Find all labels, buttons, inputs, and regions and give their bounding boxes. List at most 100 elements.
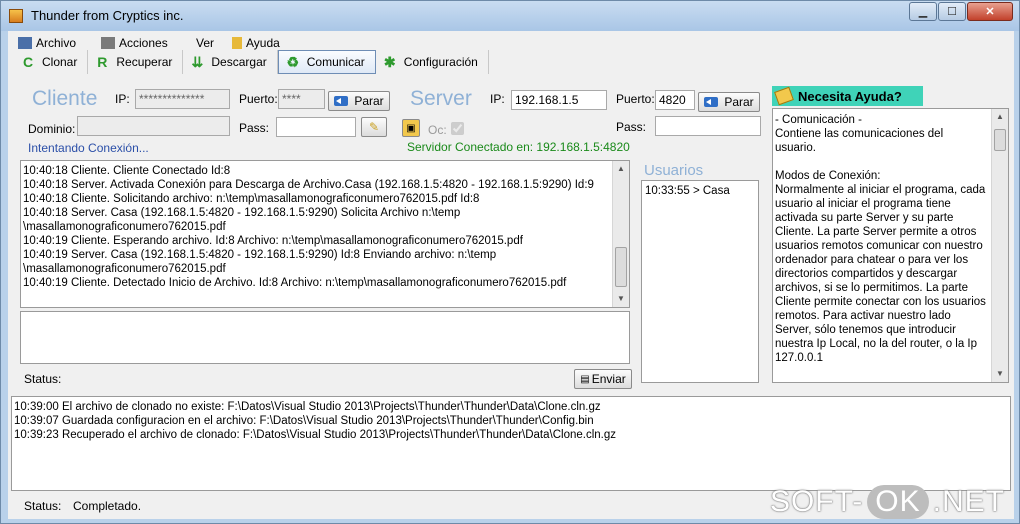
help-line: activada su parte Server y su parte bbox=[775, 212, 954, 224]
menu-ver-label: Ver bbox=[196, 36, 215, 50]
scroll-thumb[interactable] bbox=[615, 247, 627, 287]
back-arrow-icon bbox=[704, 97, 719, 107]
client-domain-label: Dominio: bbox=[28, 122, 76, 136]
users-heading: Usuarios bbox=[644, 162, 704, 179]
status-value: Completado. bbox=[73, 499, 142, 513]
comunicar-label: Comunicar bbox=[306, 55, 365, 69]
system-log-line: 10:39:07 Guardada configuracion en el ar… bbox=[14, 415, 594, 427]
client-heading: Cliente bbox=[32, 87, 98, 110]
log-line: \masallamonograficonumero762015.pdf bbox=[23, 263, 226, 275]
log-lines: 10:40:18 Cliente. Cliente Conectado Id:8… bbox=[21, 164, 629, 290]
back-arrow-icon bbox=[334, 96, 349, 106]
client-pass-input[interactable] bbox=[276, 117, 356, 137]
recuperar-button[interactable]: R Recuperar bbox=[88, 50, 184, 74]
help-line: 127.0.0.1 bbox=[775, 352, 823, 364]
log-scrollbar[interactable]: ▲ ▼ bbox=[612, 161, 629, 307]
help-title-bar: Necesita Ayuda? bbox=[772, 86, 923, 106]
client-port-input[interactable] bbox=[278, 89, 325, 109]
log-line: 10:40:18 Cliente. Cliente Conectado Id:8 bbox=[23, 165, 231, 177]
server-oc-checkbox[interactable] bbox=[451, 122, 464, 135]
users-list[interactable]: 10:33:55 > Casa bbox=[641, 180, 759, 383]
help-pencil-icon bbox=[774, 86, 794, 106]
help-line: usuario al iniciar el programa tiene bbox=[775, 198, 951, 210]
client-stop-label: Parar bbox=[354, 94, 384, 108]
watermark-mid: OK bbox=[867, 485, 929, 519]
help-title: Necesita Ayuda? bbox=[798, 88, 902, 104]
client-domain-input[interactable] bbox=[77, 116, 230, 136]
help-line: directorios compartidos y descargar bbox=[775, 268, 958, 280]
menu-ayuda-label: Ayuda bbox=[246, 36, 280, 50]
scroll-down-icon[interactable]: ▼ bbox=[613, 291, 629, 307]
log-line: 10:40:18 Server. Activada Conexión para … bbox=[23, 179, 594, 191]
user-items: 10:33:55 > Casa bbox=[643, 184, 757, 198]
recycle-icon: ♻ bbox=[286, 53, 300, 70]
help-line: nuestra Ip Local, no la del router, o la… bbox=[775, 338, 978, 350]
help-scrollbar[interactable]: ▲ ▼ bbox=[991, 109, 1008, 382]
key-icon: ✎ bbox=[368, 120, 380, 134]
server-port-input[interactable] bbox=[655, 90, 695, 110]
server-folder-button[interactable]: ▣ bbox=[402, 119, 420, 137]
title-bar[interactable]: Thunder from Cryptics inc. ▁ ☐ ✕ bbox=[1, 1, 1019, 31]
help-line: ordenador para chatear o para ver los bbox=[775, 254, 969, 266]
menu-acciones[interactable]: Acciones bbox=[101, 36, 168, 50]
chat-input[interactable] bbox=[20, 311, 630, 364]
menu-ver[interactable]: Ver bbox=[196, 36, 214, 50]
help-line bbox=[775, 155, 990, 169]
app-icon bbox=[9, 9, 23, 23]
configuracion-button[interactable]: ✱ Configuración bbox=[376, 50, 489, 74]
client-stop-button[interactable]: Parar bbox=[328, 91, 390, 111]
recover-icon: R bbox=[97, 54, 108, 70]
watermark: SOFT- OK .NET bbox=[770, 485, 1005, 519]
menu-archivo-label: Archivo bbox=[36, 36, 77, 50]
minimize-button[interactable]: ▁ bbox=[909, 2, 937, 21]
client-key-button[interactable]: ✎ bbox=[361, 117, 387, 137]
maximize-icon: ☐ bbox=[947, 6, 957, 18]
comunicar-button[interactable]: ♻ Comunicar bbox=[277, 50, 376, 74]
clonar-button[interactable]: C Clonar bbox=[14, 50, 89, 74]
client-ip-input[interactable] bbox=[135, 89, 230, 109]
app-window: Thunder from Cryptics inc. ▁ ☐ ✕ Archivo… bbox=[0, 0, 1020, 524]
help-line: Normalmente al iniciar el programa, cada bbox=[775, 184, 986, 196]
help-icon bbox=[232, 37, 242, 49]
system-log-line: 10:39:00 El archivo de clonado no existe… bbox=[14, 401, 601, 413]
log-line: \masallamonograficonumero762015.pdf bbox=[23, 221, 226, 233]
folder-icon: ▣ bbox=[406, 122, 416, 134]
server-stop-button[interactable]: Parar bbox=[698, 92, 760, 112]
recuperar-label: Recuperar bbox=[116, 55, 173, 69]
log-line: 10:40:19 Cliente. Esperando archivo. Id:… bbox=[23, 235, 523, 247]
server-stop-label: Parar bbox=[724, 95, 754, 109]
log-line: 10:40:19 Server. Casa (192.168.1.5:4820 … bbox=[23, 249, 497, 261]
window-controls: ▁ ☐ ✕ bbox=[908, 2, 1013, 21]
help-line: Server, sólo tenemos que introducir bbox=[775, 324, 956, 336]
watermark-right: .NET bbox=[932, 485, 1005, 518]
archive-icon bbox=[18, 37, 32, 49]
send-button[interactable]: ▤ Enviar bbox=[574, 369, 632, 389]
server-ip-input[interactable] bbox=[511, 90, 607, 110]
configuracion-label: Configuración bbox=[403, 55, 478, 69]
help-line: - Comunicación - bbox=[775, 114, 862, 126]
menu-ayuda[interactable]: Ayuda bbox=[232, 36, 280, 50]
scroll-thumb[interactable] bbox=[994, 129, 1006, 151]
download-icon: ⇊ bbox=[191, 53, 204, 70]
menu-bar: Archivo Acciones Ver Ayuda bbox=[8, 31, 1014, 51]
server-ip-label: IP: bbox=[490, 92, 505, 106]
scroll-down-icon[interactable]: ▼ bbox=[992, 366, 1008, 382]
descargar-label: Descargar bbox=[211, 55, 267, 69]
system-log-lines: 10:39:00 El archivo de clonado no existe… bbox=[12, 400, 1010, 442]
menu-archivo[interactable]: Archivo bbox=[18, 36, 76, 50]
system-log-line: 10:39:23 Recuperado el archivo de clonad… bbox=[14, 429, 616, 441]
maximize-button[interactable]: ☐ bbox=[938, 2, 966, 21]
server-port-label: Puerto: bbox=[616, 92, 655, 106]
close-button[interactable]: ✕ bbox=[967, 2, 1013, 21]
help-text[interactable]: - Comunicación - Contiene las comunicacio… bbox=[772, 108, 1009, 383]
help-line: archivos, si se lo permitimos. La parte bbox=[775, 282, 969, 294]
watermark-left: SOFT- bbox=[769, 485, 864, 518]
descargar-button[interactable]: ⇊ Descargar bbox=[183, 50, 278, 74]
scroll-up-icon[interactable]: ▲ bbox=[992, 109, 1008, 125]
server-pass-input[interactable] bbox=[655, 116, 761, 136]
connection-log[interactable]: 10:40:18 Cliente. Cliente Conectado Id:8… bbox=[20, 160, 630, 308]
system-log[interactable]: 10:39:00 El archivo de clonado no existe… bbox=[11, 396, 1011, 491]
minimize-icon: ▁ bbox=[918, 6, 928, 18]
scroll-up-icon[interactable]: ▲ bbox=[613, 161, 629, 177]
user-item: 10:33:55 > Casa bbox=[645, 185, 730, 197]
